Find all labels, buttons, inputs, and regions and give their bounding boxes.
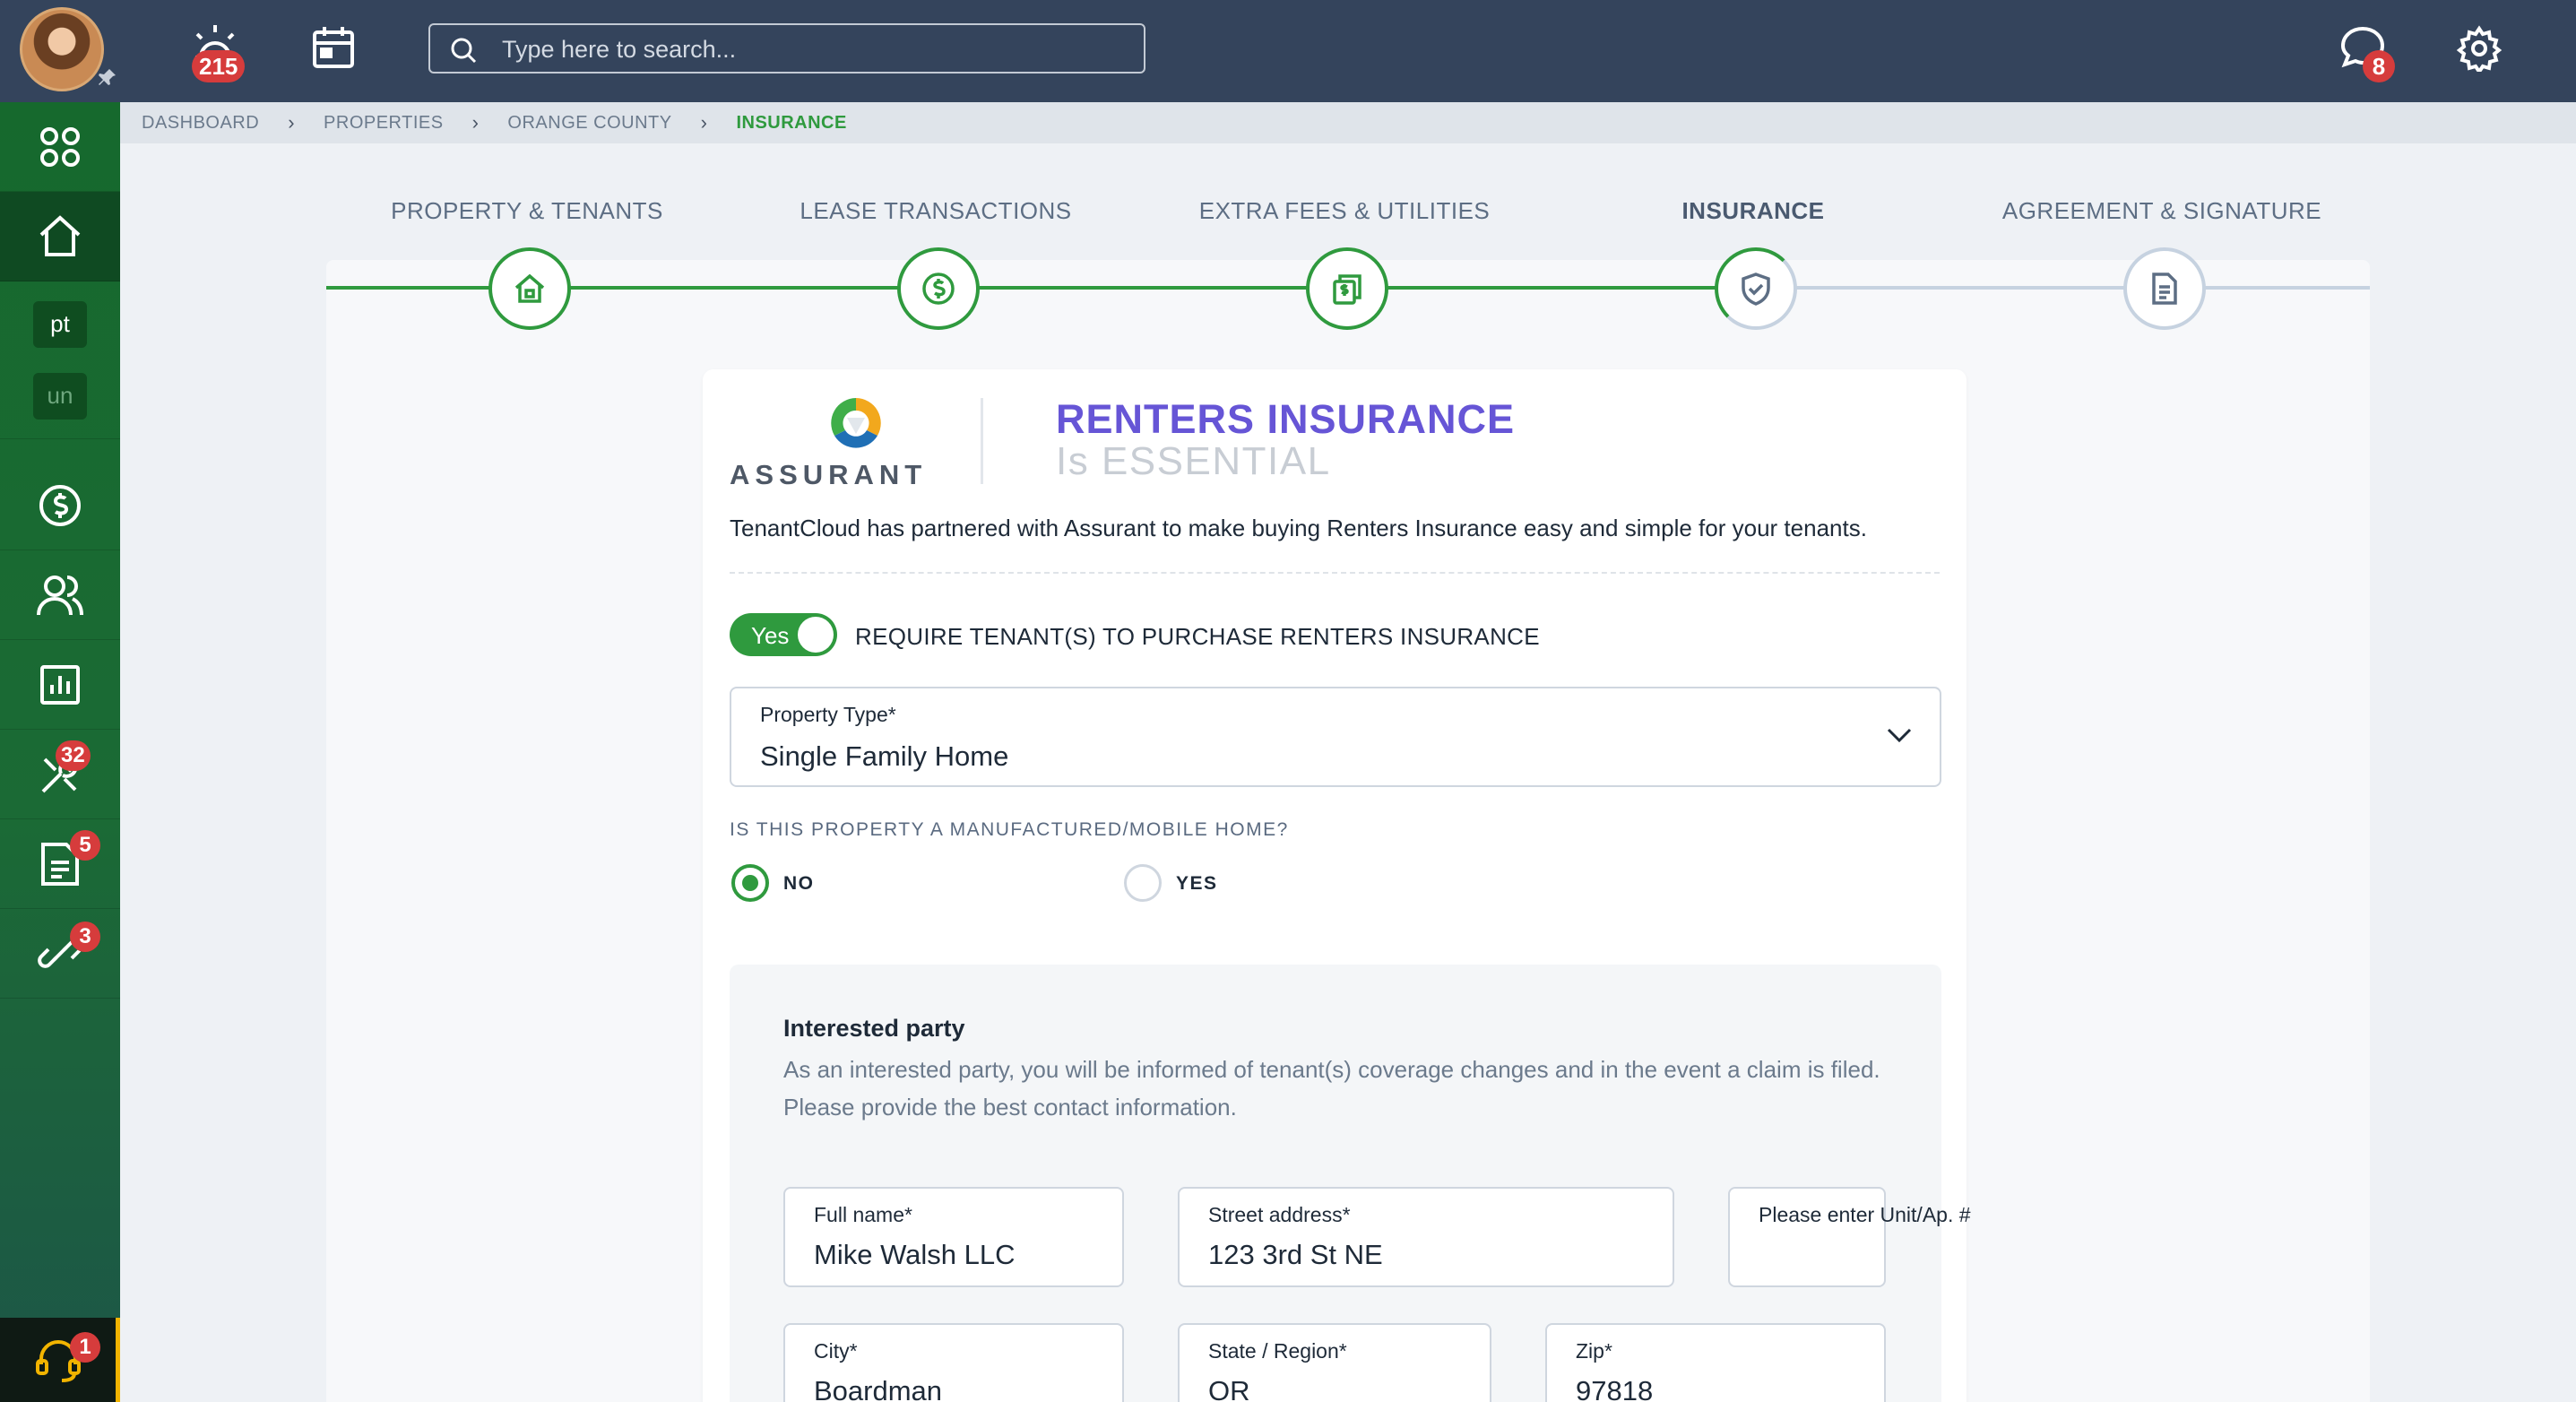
breadcrumb-dashboard[interactable]: DASHBOARD — [142, 113, 259, 134]
step-lease-transactions[interactable] — [897, 247, 980, 330]
interested-party-description: As an interested party, you will be info… — [783, 1056, 1880, 1121]
step-agreement[interactable] — [2123, 247, 2206, 330]
step-label-insurance[interactable]: INSURANCE — [1681, 197, 1824, 225]
property-type-select[interactable]: Property Type* Single Family Home — [730, 687, 1941, 787]
renters-insurance-subtitle: Is ESSENTIAL — [1056, 439, 1331, 483]
interested-party-title: Interested party — [783, 1015, 965, 1042]
search-box[interactable] — [428, 23, 1145, 74]
dollar-circle-icon — [39, 484, 81, 526]
partnership-intro: TenantCloud has partnered with Assurant … — [730, 515, 1867, 541]
unit-label: Please enter Unit/Ap. # — [1759, 1203, 1971, 1226]
require-insurance-label: REQUIRE TENANT(S) TO PURCHASE RENTERS IN… — [855, 623, 1540, 650]
search-icon — [451, 38, 477, 64]
sidebar-item-maintenance[interactable]: 32 — [0, 730, 120, 819]
bills-icon — [1333, 274, 1361, 305]
require-insurance-toggle[interactable]: Yes — [730, 613, 837, 656]
home-icon — [39, 214, 81, 256]
street-address-label: Street address* — [1208, 1203, 1351, 1226]
sidebar: pt un 32 5 3 — [0, 102, 120, 1402]
street-address-field[interactable]: Street address* 123 3rd St NE — [1178, 1187, 1674, 1287]
support-badge: 1 — [70, 1332, 100, 1363]
sidebar-item-accounting[interactable] — [0, 461, 120, 550]
assurant-wordmark: ASSURANT — [730, 459, 928, 490]
full-name-field[interactable]: Full name* Mike Walsh LLC — [783, 1187, 1124, 1287]
section-divider — [730, 572, 1940, 574]
unit-field[interactable]: Please enter Unit/Ap. # — [1728, 1187, 1971, 1287]
step-label-lease-transactions[interactable]: LEASE TRANSACTIONS — [800, 197, 1071, 225]
sidebar-item-documents[interactable]: 5 — [0, 819, 120, 909]
support-button[interactable]: 1 — [0, 1318, 120, 1402]
sidebar-item-home[interactable] — [0, 192, 120, 281]
manufactured-home-question: IS THIS PROPERTY A MANUFACTURED/MOBILE H… — [730, 819, 1289, 840]
manufactured-yes-label[interactable]: YES — [1176, 873, 1218, 895]
links-badge: 3 — [70, 922, 100, 952]
sidebar-item-links[interactable]: 3 — [0, 909, 120, 999]
street-address-value: 123 3rd St NE — [1208, 1239, 1383, 1270]
toggle-label: Yes — [751, 622, 790, 649]
progress-line-remaining — [1755, 286, 2370, 290]
step-label-property-tenants[interactable]: PROPERTY & TENANTS — [391, 197, 663, 225]
breadcrumb: DASHBOARD › PROPERTIES › ORANGE COUNTY ›… — [120, 102, 2576, 143]
people-icon — [37, 575, 83, 615]
shortcut-un[interactable]: un — [33, 372, 87, 420]
gear-icon[interactable] — [2456, 25, 2503, 72]
property-type-value: Single Family Home — [760, 740, 1009, 772]
step-label-extra-fees[interactable]: EXTRA FEES & UTILITIES — [1199, 197, 1491, 225]
chevron-down-icon — [1887, 728, 1912, 743]
messages-badge: 8 — [2363, 50, 2395, 82]
city-field[interactable]: City* Boardman — [783, 1323, 1124, 1402]
city-label: City* — [814, 1339, 858, 1363]
toggle-knob — [798, 617, 834, 653]
shield-check-icon — [1742, 273, 1770, 306]
house-icon — [514, 273, 545, 303]
document-icon — [2152, 273, 2177, 305]
property-type-label: Property Type* — [760, 703, 896, 726]
full-name-value: Mike Walsh LLC — [814, 1239, 1016, 1270]
state-label: State / Region* — [1208, 1339, 1347, 1363]
zip-field[interactable]: Zip* 97818 — [1545, 1323, 1886, 1402]
breadcrumb-properties[interactable]: PROPERTIES — [324, 113, 444, 134]
breadcrumb-insurance: INSURANCE — [736, 112, 847, 133]
city-value: Boardman — [814, 1375, 943, 1402]
pin-icon — [99, 69, 116, 85]
zip-label: Zip* — [1576, 1339, 1612, 1363]
top-bar: 215 8 — [0, 0, 2576, 102]
dollar-circle-icon — [922, 273, 955, 305]
state-field[interactable]: State / Region* OR — [1178, 1323, 1491, 1402]
alerts-badge: 215 — [192, 50, 246, 82]
chevron-right-icon: › — [700, 111, 708, 134]
sidebar-item-reports[interactable] — [0, 640, 120, 730]
chevron-right-icon: › — [288, 111, 296, 134]
alerts-button[interactable]: 215 — [188, 22, 246, 82]
sidebar-item-people[interactable] — [0, 550, 120, 640]
zip-value: 97818 — [1576, 1375, 1654, 1402]
documents-badge: 5 — [70, 830, 100, 861]
breadcrumb-orange-county[interactable]: ORANGE COUNTY — [507, 113, 671, 134]
shortcut-pt[interactable]: pt — [33, 300, 87, 348]
calendar-icon[interactable] — [310, 25, 357, 72]
apps-grid-icon — [40, 126, 80, 167]
full-name-label: Full name* — [814, 1203, 912, 1226]
step-property-tenants[interactable] — [488, 247, 571, 330]
interested-party-section: Interested party As an interested party,… — [730, 965, 1971, 1402]
messages-button[interactable]: 8 — [2338, 23, 2395, 82]
header-divider — [981, 398, 983, 484]
manufactured-no-label[interactable]: NO — [783, 873, 815, 895]
insurance-card: ASSURANT RENTERS INSURANCE Is ESSENTIAL … — [703, 369, 1971, 1402]
user-avatar[interactable] — [20, 7, 104, 91]
chevron-right-icon: › — [471, 111, 480, 134]
sidebar-item-apps[interactable] — [0, 102, 120, 192]
chart-icon — [40, 664, 80, 705]
step-insurance[interactable] — [1715, 247, 1797, 330]
sidebar-shortcuts: pt un — [0, 281, 120, 439]
step-extra-fees[interactable] — [1306, 247, 1388, 330]
search-input[interactable] — [502, 34, 1129, 65]
renters-insurance-title: RENTERS INSURANCE — [1056, 396, 1516, 442]
state-value: OR — [1208, 1375, 1250, 1402]
step-label-agreement[interactable]: AGREEMENT & SIGNATURE — [2002, 197, 2321, 225]
manufactured-yes-radio[interactable] — [1124, 864, 1162, 902]
maintenance-badge: 32 — [56, 740, 91, 771]
manufactured-no-radio[interactable] — [731, 864, 769, 902]
